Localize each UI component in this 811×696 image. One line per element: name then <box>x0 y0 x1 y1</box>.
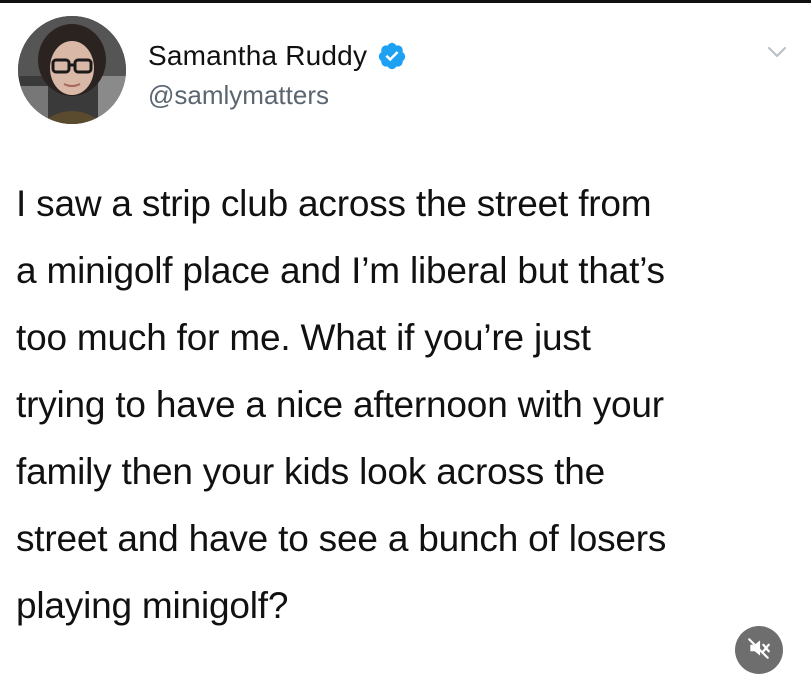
verified-badge-icon <box>377 41 407 71</box>
tweet-text-line: street and have to see a bunch of losers <box>16 518 667 559</box>
name-row: Samantha Ruddy <box>148 38 407 74</box>
tweet-text: I saw a strip club across the street fro… <box>16 170 801 639</box>
display-name[interactable]: Samantha Ruddy <box>148 40 367 72</box>
tweet-text-line: family then your kids look across the <box>16 451 605 492</box>
tweet-text-line: too much for me. What if you’re just <box>16 317 591 358</box>
user-handle[interactable]: @samlymatters <box>148 80 407 111</box>
mute-button[interactable] <box>735 626 783 674</box>
tweet-text-line: I saw a strip club across the street fro… <box>16 183 652 224</box>
top-border <box>0 0 811 3</box>
tweet-text-line: a minigolf place and I’m liberal but tha… <box>16 250 665 291</box>
chevron-down-icon[interactable] <box>763 38 791 66</box>
tweet-text-line: trying to have a nice afternoon with you… <box>16 384 664 425</box>
author-block: Samantha Ruddy @samlymatters <box>148 38 407 111</box>
avatar[interactable] <box>18 16 126 124</box>
tweet-header: Samantha Ruddy @samlymatters <box>18 16 793 126</box>
tweet-text-line: playing minigolf? <box>16 585 289 626</box>
muted-speaker-icon <box>746 635 772 666</box>
